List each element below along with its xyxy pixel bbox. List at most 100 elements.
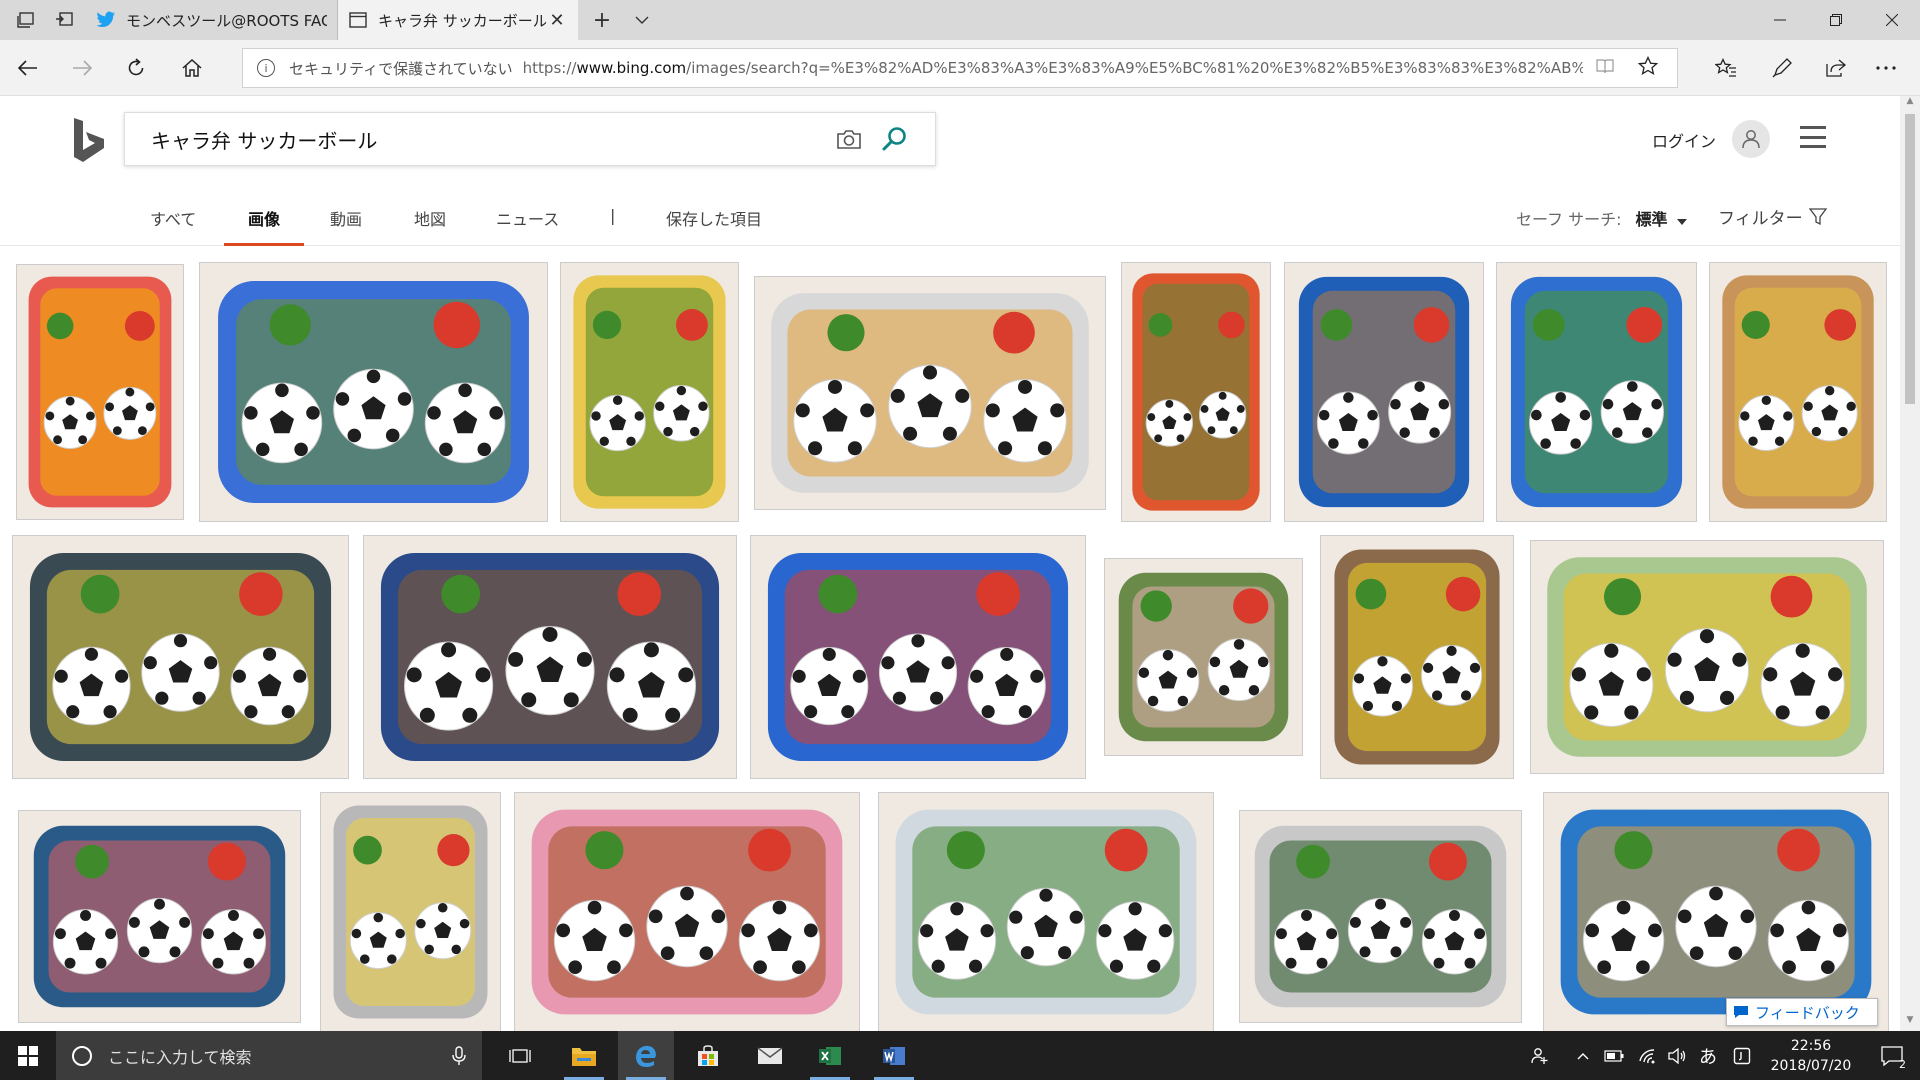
- tabs-aside-icon[interactable]: [44, 0, 84, 40]
- result-thumbnail[interactable]: [363, 535, 737, 779]
- forward-arrow-icon[interactable]: [62, 48, 102, 88]
- tab-bing-images[interactable]: キャラ弁 サッカーボール - Bi ✕: [338, 0, 578, 40]
- result-thumbnail[interactable]: [878, 792, 1214, 1032]
- result-thumbnail[interactable]: [1284, 262, 1484, 522]
- refresh-icon[interactable]: [116, 48, 156, 88]
- scope-divider: |: [610, 206, 616, 225]
- result-thumbnail[interactable]: [1530, 540, 1884, 774]
- hamburger-menu-icon[interactable]: [1800, 126, 1826, 148]
- result-thumbnail[interactable]: [514, 792, 860, 1032]
- microsoft-store-icon[interactable]: [680, 1031, 736, 1080]
- microphone-icon[interactable]: [452, 1045, 466, 1066]
- page-icon: [348, 10, 368, 30]
- task-view-icon[interactable]: [492, 1031, 548, 1080]
- ime-indicator[interactable]: あ: [1692, 1031, 1724, 1080]
- result-thumbnail[interactable]: [1496, 262, 1697, 522]
- windows-start-icon[interactable]: [0, 1031, 56, 1080]
- search-icon[interactable]: [881, 125, 909, 153]
- battery-icon[interactable]: [1598, 1031, 1630, 1080]
- result-thumbnail[interactable]: [199, 262, 548, 522]
- result-thumbnail[interactable]: [16, 264, 184, 520]
- scope-saved[interactable]: 保存した項目: [666, 206, 762, 246]
- info-icon[interactable]: i: [257, 59, 275, 77]
- thumbnail-picture: [1497, 263, 1696, 521]
- result-thumbnail[interactable]: [1239, 810, 1522, 1023]
- scope-all[interactable]: すべて: [150, 206, 196, 246]
- scope-news[interactable]: ニュース: [496, 206, 559, 246]
- url-text[interactable]: https://www.bing.com/images/search?q=%E3…: [523, 59, 1583, 77]
- tab-preview-icon[interactable]: [6, 0, 46, 40]
- edge-browser-icon[interactable]: [618, 1031, 674, 1080]
- security-status: セキュリティで保護されていない: [289, 59, 513, 78]
- scope-videos[interactable]: 動画: [330, 206, 362, 246]
- restore-icon[interactable]: [1808, 0, 1864, 40]
- scroll-thumb[interactable]: [1905, 114, 1915, 404]
- result-thumbnail[interactable]: [12, 535, 349, 779]
- scope-images[interactable]: 画像: [224, 206, 305, 246]
- result-thumbnail[interactable]: [750, 535, 1086, 779]
- taskbar-search-input[interactable]: ここに入力して検索: [108, 1044, 452, 1068]
- filter-button[interactable]: フィルター: [1718, 204, 1827, 229]
- new-tab-icon[interactable]: +: [582, 0, 622, 40]
- result-thumbnail[interactable]: [18, 810, 301, 1023]
- result-thumbnail[interactable]: [754, 276, 1106, 510]
- share-icon[interactable]: [1816, 48, 1856, 88]
- thumbnail-picture: [200, 263, 547, 521]
- result-thumbnail[interactable]: [1121, 262, 1271, 522]
- back-arrow-icon[interactable]: [8, 48, 48, 88]
- close-window-icon[interactable]: [1864, 0, 1920, 40]
- action-center-icon[interactable]: 2: [1870, 1031, 1914, 1080]
- scroll-up-icon[interactable]: ▲: [1900, 96, 1920, 112]
- taskbar-search[interactable]: ここに入力して検索: [56, 1031, 482, 1080]
- home-icon[interactable]: [172, 48, 212, 88]
- close-tab-icon[interactable]: ✕: [546, 10, 568, 31]
- favorite-star-icon[interactable]: [1633, 55, 1663, 81]
- favorites-hub-icon[interactable]: [1706, 48, 1746, 88]
- cortana-icon: [72, 1045, 92, 1066]
- result-thumbnail[interactable]: [1104, 558, 1303, 756]
- thumbnail-picture: [1710, 263, 1886, 521]
- volume-icon[interactable]: [1662, 1031, 1692, 1080]
- people-icon[interactable]: [1520, 1031, 1560, 1080]
- scroll-down-icon[interactable]: ▼: [1900, 1015, 1920, 1031]
- chevron-up-icon[interactable]: [1570, 1031, 1596, 1080]
- chevron-down-icon[interactable]: [622, 0, 662, 40]
- result-thumbnail[interactable]: [320, 792, 501, 1032]
- excel-icon[interactable]: [802, 1031, 858, 1080]
- filter-label: フィルター: [1718, 209, 1803, 229]
- scope-maps[interactable]: 地図: [414, 206, 446, 246]
- camera-icon[interactable]: [835, 125, 863, 153]
- mail-icon[interactable]: [742, 1031, 798, 1080]
- result-thumbnail[interactable]: [1709, 262, 1887, 522]
- more-options-icon[interactable]: [1866, 48, 1906, 88]
- thumbnail-picture: [19, 811, 300, 1022]
- thumbnail-picture: [1544, 793, 1888, 1031]
- minimize-icon[interactable]: [1752, 0, 1808, 40]
- safesearch-dropdown[interactable]: セーフ サーチ: 標準: [1516, 206, 1687, 230]
- feedback-button[interactable]: フィードバック: [1726, 998, 1878, 1026]
- result-thumbnail[interactable]: [1543, 792, 1889, 1032]
- search-input[interactable]: キャラ弁 サッカーボール: [151, 125, 835, 154]
- reading-view-icon[interactable]: [1593, 58, 1617, 78]
- tab-montools[interactable]: モンベスツール@ROOTS FACTO: [86, 0, 338, 40]
- file-explorer-icon[interactable]: [556, 1031, 612, 1080]
- result-thumbnail[interactable]: [560, 262, 739, 522]
- thumbnail-picture: [1321, 536, 1513, 778]
- search-box[interactable]: キャラ弁 サッカーボール: [124, 112, 936, 166]
- bing-logo[interactable]: [70, 116, 110, 166]
- thumbnail-picture: [561, 263, 738, 521]
- address-bar[interactable]: i セキュリティで保護されていない https://www.bing.com/i…: [242, 48, 1678, 88]
- login-link[interactable]: ログイン: [1652, 128, 1716, 152]
- page-scrollbar[interactable]: ▲ ▼: [1900, 96, 1920, 1031]
- navigation-bar: i セキュリティで保護されていない https://www.bing.com/i…: [0, 40, 1920, 96]
- ime-pad-icon[interactable]: [1726, 1031, 1758, 1080]
- thumbnail-picture: [755, 277, 1105, 509]
- result-thumbnail[interactable]: [1320, 535, 1514, 779]
- wifi-icon[interactable]: [1632, 1031, 1662, 1080]
- user-avatar-icon[interactable]: [1732, 120, 1770, 158]
- word-icon[interactable]: [866, 1031, 922, 1080]
- twitter-bird-icon: [96, 10, 116, 30]
- system-clock[interactable]: 22:56 2018/07/20: [1766, 1036, 1856, 1076]
- pen-notes-icon[interactable]: [1762, 48, 1802, 88]
- clock-time: 22:56: [1790, 1038, 1832, 1054]
